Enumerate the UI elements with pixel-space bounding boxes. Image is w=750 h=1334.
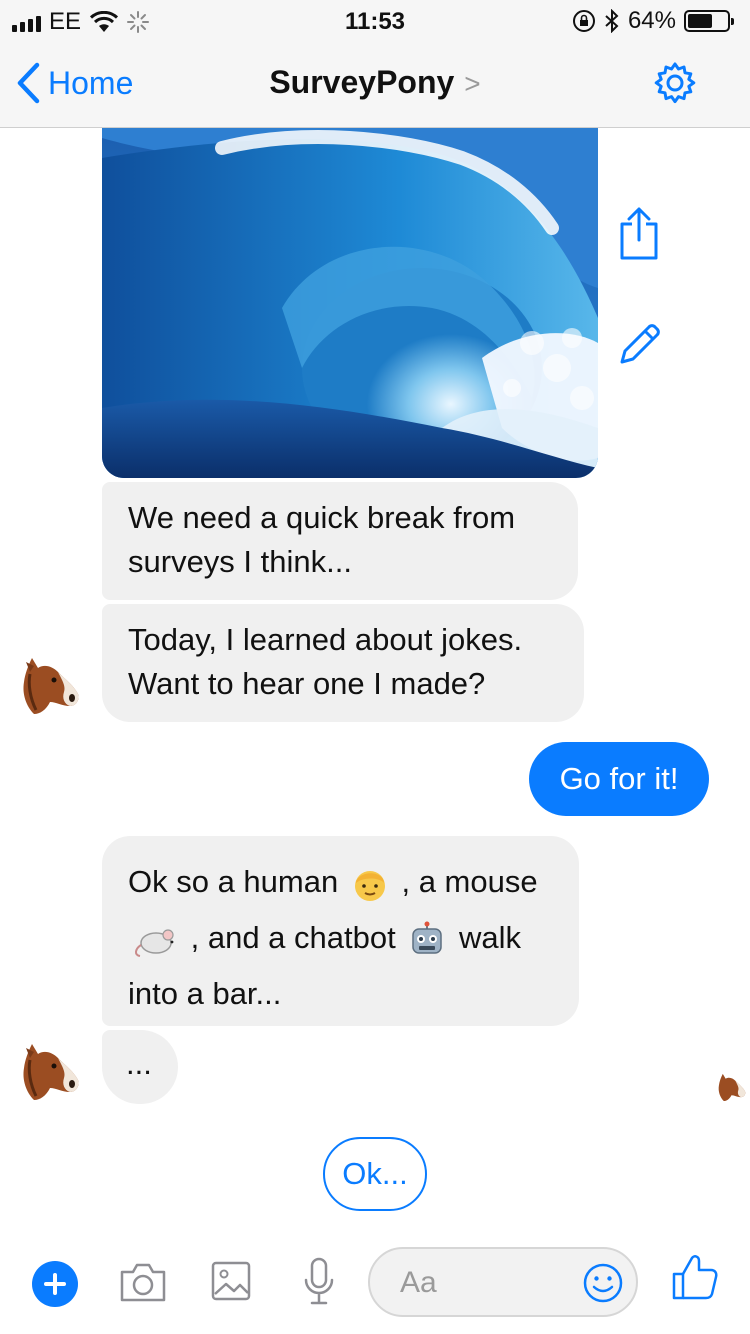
- outgoing-message: Go for it!: [529, 742, 709, 816]
- message-line: We need a quick break from: [128, 500, 516, 535]
- message-line: surveys I think...: [128, 544, 352, 579]
- typing-dots: ...: [126, 1046, 152, 1081]
- title-text: SurveyPony: [269, 64, 455, 100]
- message-line: Ok so a human , a mouse: [128, 854, 553, 910]
- plus-button[interactable]: [32, 1261, 78, 1307]
- share-icon[interactable]: [618, 206, 660, 262]
- gear-icon[interactable]: [652, 60, 698, 106]
- message-text: , and a chatbot: [190, 920, 396, 955]
- status-right: 64%: [572, 7, 734, 35]
- message-bubble: Today, I learned about jokes. Want to he…: [102, 604, 584, 722]
- message-text: , a mouse: [401, 864, 538, 899]
- pencil-icon[interactable]: [618, 322, 662, 366]
- navigation-bar: Home SurveyPony >: [0, 40, 750, 128]
- battery-percent: 64%: [627, 7, 676, 34]
- battery-icon: [684, 10, 734, 32]
- camera-icon[interactable]: [118, 1260, 168, 1304]
- status-bar: EE 11:53 64%: [0, 0, 750, 40]
- image-icon[interactable]: [210, 1260, 252, 1302]
- emoji-icon[interactable]: [582, 1262, 624, 1304]
- robot-emoji: [412, 921, 443, 954]
- thumbs-up-icon[interactable]: [670, 1252, 718, 1302]
- message-line: Today, I learned about jokes.: [128, 622, 523, 657]
- horse-avatar[interactable]: [18, 654, 80, 716]
- bluetooth-icon: [605, 9, 619, 33]
- mouse-emoji: [135, 929, 174, 957]
- microphone-icon[interactable]: [302, 1256, 336, 1308]
- horse-avatar[interactable]: [18, 1040, 80, 1102]
- message-line: Want to hear one I made?: [128, 666, 486, 701]
- typing-bubble: ...: [102, 1030, 178, 1104]
- message-bubble: We need a quick break from surveys I thi…: [102, 482, 578, 600]
- message-line: into a bar...: [128, 976, 282, 1011]
- message-input[interactable]: [400, 1261, 570, 1305]
- message-input-box[interactable]: [368, 1247, 638, 1317]
- outgoing-text: Go for it!: [559, 761, 679, 796]
- title-chevron-icon: >: [464, 68, 481, 99]
- quick-reply-label: Ok...: [342, 1156, 408, 1191]
- message-text: walk: [458, 920, 521, 955]
- message-text: Ok so a human: [128, 864, 339, 899]
- plus-icon: [44, 1273, 66, 1295]
- read-receipt-avatar: [718, 1073, 746, 1102]
- quick-reply-button[interactable]: Ok...: [323, 1137, 427, 1211]
- wave-image[interactable]: [102, 128, 598, 478]
- conversation-title[interactable]: SurveyPony >: [0, 64, 750, 101]
- message-line: , and a chatbot walk: [128, 910, 553, 966]
- human-emoji: [354, 870, 385, 901]
- message-bubble: Ok so a human , a mouse , and a chatbot …: [102, 836, 579, 1026]
- rotation-lock-icon: [572, 10, 595, 32]
